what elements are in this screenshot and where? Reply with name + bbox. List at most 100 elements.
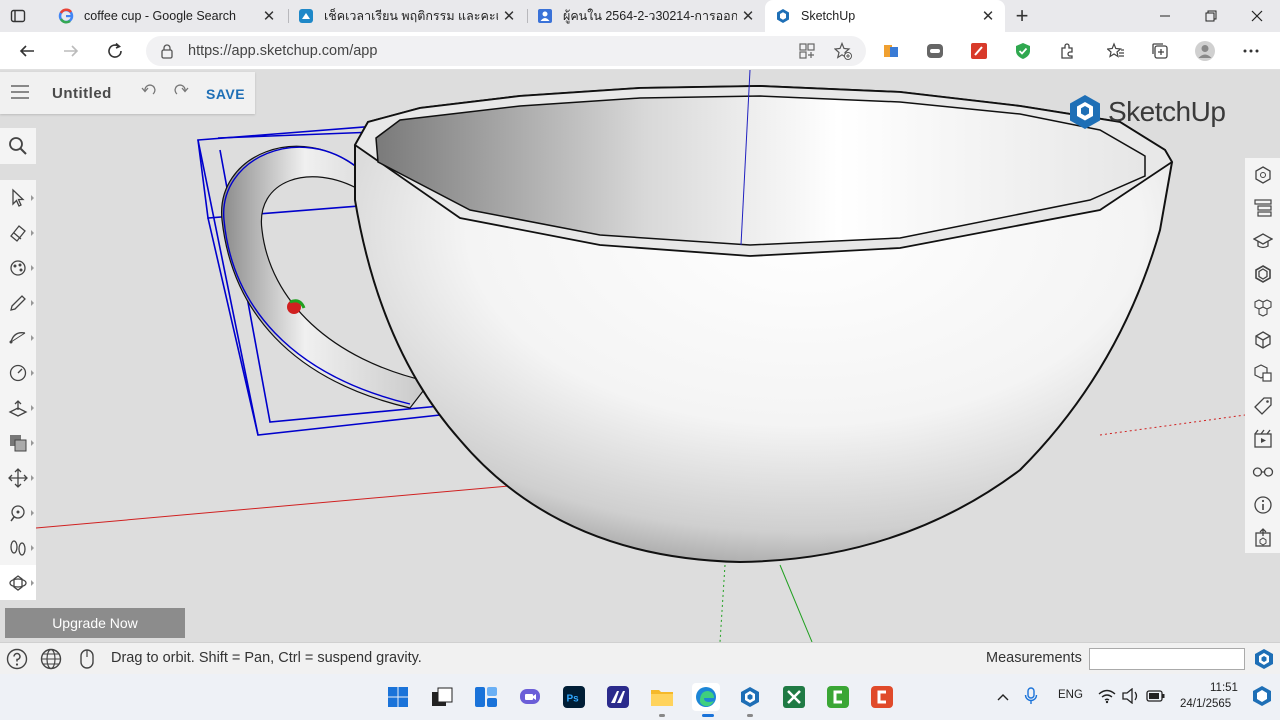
upgrade-now-button[interactable]: Upgrade Now	[5, 608, 185, 638]
push-pull-tool[interactable]	[0, 390, 36, 425]
microphone-button[interactable]	[1024, 687, 1038, 710]
materials-button[interactable]	[1245, 290, 1280, 323]
task-view-button[interactable]	[428, 683, 456, 711]
tags-button[interactable]	[1245, 389, 1280, 422]
clock-date[interactable]: 24/1/2565	[1180, 698, 1231, 710]
scenes-button[interactable]	[1245, 356, 1280, 389]
refresh-button[interactable]	[100, 36, 130, 66]
volume-button[interactable]	[1122, 687, 1140, 709]
components-button[interactable]	[1245, 257, 1280, 290]
instructor-button[interactable]	[1245, 224, 1280, 257]
model-info-button[interactable]	[1245, 488, 1280, 521]
input-language[interactable]: ENG	[1058, 689, 1083, 701]
view-button[interactable]	[1245, 455, 1280, 488]
add-favorite-icon[interactable]	[833, 41, 852, 65]
hamburger-menu-icon[interactable]	[10, 84, 30, 105]
redo-button[interactable]	[173, 82, 189, 103]
glasses-icon	[1252, 466, 1273, 477]
volume-icon	[1122, 687, 1138, 705]
excel-icon	[783, 686, 805, 708]
forward-button[interactable]	[56, 36, 86, 66]
wifi-button[interactable]	[1098, 688, 1116, 709]
model-viewport[interactable]	[0, 70, 1280, 642]
close-icon[interactable]: ✕	[498, 7, 520, 25]
eraser-tool[interactable]	[0, 215, 36, 250]
display-button[interactable]	[1245, 422, 1280, 455]
green-axis	[779, 564, 813, 642]
tab-classroom-people[interactable]: ผู้คนใน 2564-2-ว30214-การออกแบ ✕	[527, 0, 765, 32]
tab-sketchup[interactable]: SketchUp ✕	[765, 0, 1005, 32]
shield-extension-icon[interactable]	[1012, 40, 1034, 62]
styles-button[interactable]	[1245, 323, 1280, 356]
measurements-input[interactable]	[1089, 648, 1245, 670]
task-view-icon	[432, 687, 453, 706]
pen-extension-icon[interactable]	[968, 40, 990, 62]
close-icon	[1251, 10, 1263, 22]
notification-center-button[interactable]	[1252, 685, 1272, 712]
undo-button[interactable]	[141, 82, 157, 103]
close-window-button[interactable]	[1234, 0, 1280, 32]
new-tab-button[interactable]: +	[1012, 3, 1032, 29]
select-tool[interactable]	[0, 180, 36, 215]
folder-icon	[651, 690, 673, 706]
rotate-tool[interactable]	[0, 495, 36, 530]
language-button[interactable]	[39, 647, 63, 671]
save-button[interactable]: SAVE	[206, 86, 245, 102]
back-button[interactable]	[12, 36, 42, 66]
show-hidden-icons-button[interactable]	[996, 690, 1010, 708]
offset-tool[interactable]	[0, 425, 36, 460]
teams-chat-button[interactable]	[516, 683, 544, 711]
tab-actions-icon[interactable]	[10, 8, 26, 24]
sketchup-desktop-button[interactable]	[736, 683, 764, 711]
paint-bucket-tool[interactable]	[0, 250, 36, 285]
export-icon	[1254, 527, 1271, 547]
camtasia-green-button[interactable]	[824, 683, 852, 711]
edge-button[interactable]	[692, 683, 720, 711]
camtasia-red-button[interactable]	[868, 683, 896, 711]
circle-tool[interactable]	[0, 355, 36, 390]
restore-button[interactable]	[1188, 0, 1234, 32]
entity-info-button[interactable]	[1245, 158, 1280, 191]
arc-tool[interactable]	[0, 320, 36, 355]
chevron-up-icon	[997, 694, 1009, 701]
start-button[interactable]	[384, 683, 412, 711]
photoshop-button[interactable]: Ps	[560, 683, 588, 711]
move-tool[interactable]	[0, 460, 36, 495]
excel-button[interactable]	[780, 683, 808, 711]
more-options-icon[interactable]	[1240, 40, 1262, 62]
profile-avatar[interactable]	[1194, 40, 1216, 62]
line-extension-icon[interactable]	[924, 40, 946, 62]
close-icon[interactable]: ✕	[258, 7, 280, 25]
battery-button[interactable]	[1146, 688, 1166, 709]
clock-time[interactable]: 11:51	[1210, 682, 1238, 694]
extensions-icon[interactable]	[1056, 40, 1078, 62]
widgets-button[interactable]	[472, 683, 500, 711]
url-bar[interactable]: https://app.sketchup.com/app	[146, 36, 866, 66]
close-icon[interactable]: ✕	[737, 7, 759, 25]
close-icon[interactable]: ✕	[977, 7, 999, 25]
favorites-icon[interactable]	[1105, 40, 1127, 62]
walk-tool[interactable]	[0, 530, 36, 565]
paint-app-button[interactable]	[604, 683, 632, 711]
collections-icon[interactable]	[1149, 40, 1171, 62]
file-explorer-button[interactable]	[648, 683, 676, 711]
tab-school-check[interactable]: เช็คเวลาเรียน พฤติกรรม และคะแนนอ ✕	[288, 0, 526, 32]
export-button[interactable]	[1245, 521, 1280, 554]
instructor-icon	[1252, 232, 1273, 248]
line-tool[interactable]	[0, 285, 36, 320]
app-available-icon[interactable]	[798, 42, 816, 65]
search-button[interactable]	[0, 128, 36, 164]
tab-google-search[interactable]: coffee cup - Google Search ✕	[48, 0, 286, 32]
minimize-button[interactable]	[1142, 0, 1188, 32]
tab-title: SketchUp	[801, 9, 856, 23]
edge-icon	[696, 687, 716, 707]
model-title[interactable]: Untitled	[52, 85, 112, 102]
outliner-button[interactable]	[1245, 191, 1280, 224]
sketchup-logo: SketchUp	[1068, 94, 1226, 130]
school-icon	[298, 8, 314, 24]
help-button[interactable]	[5, 647, 29, 671]
tab-title: เช็คเวลาเรียน พฤติกรรม และคะแนนอ	[324, 9, 498, 23]
office-extension-icon[interactable]	[880, 40, 902, 62]
orbit-tool[interactable]	[0, 565, 36, 600]
arrow-right-icon	[64, 45, 79, 57]
